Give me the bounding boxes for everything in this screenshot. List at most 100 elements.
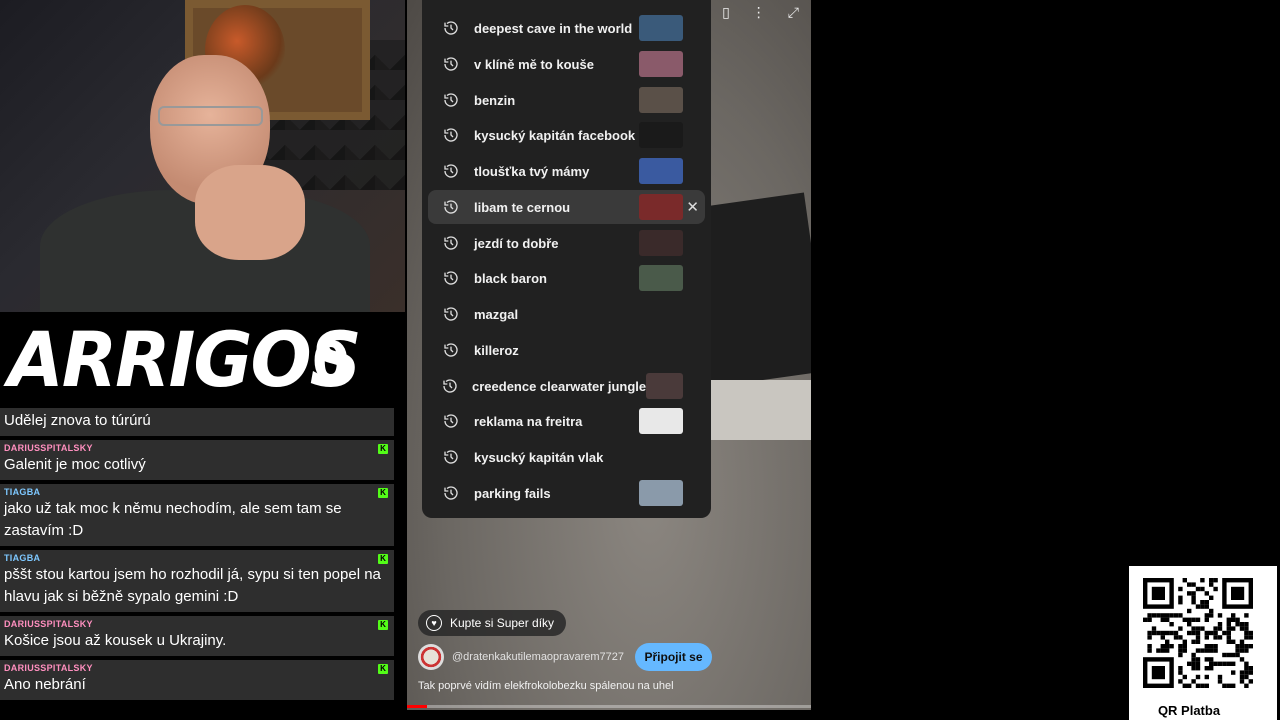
suggestion-thumbnail <box>639 122 683 148</box>
suggestion-label: killeroz <box>474 342 519 358</box>
video-progress-bar[interactable] <box>407 705 811 708</box>
video-progress-fill <box>407 705 428 708</box>
history-icon <box>442 55 460 73</box>
chat-text: Galenit je moc cotlivý <box>4 456 146 473</box>
join-button[interactable]: Připojit se <box>635 643 712 671</box>
suggestion-label: mazgal <box>474 306 519 322</box>
history-icon <box>442 91 460 109</box>
suggestion-thumbnail <box>639 158 683 184</box>
channel-logo: ARRIGOS <box>8 315 362 405</box>
channel-avatar[interactable] <box>418 644 444 670</box>
search-suggestion[interactable]: v klíně mě to kouše <box>428 47 705 81</box>
webcam-feed <box>0 0 405 312</box>
search-suggestion[interactable]: parking fails <box>428 476 705 510</box>
history-icon <box>442 234 460 252</box>
playlist-icon[interactable]: ▯ <box>722 4 730 21</box>
super-thanks-icon: ♥ <box>426 615 442 631</box>
super-thanks-button[interactable]: ♥ Kupte si Super díky <box>418 610 567 636</box>
video-caption: Tak poprvé vidím elekfrokolobezku spálen… <box>418 680 674 692</box>
suggestion-thumbnail <box>639 230 683 256</box>
qr-payment-box: QR Platba <box>1129 566 1277 720</box>
chat-text: Košice jsou až kousek u Ukrajiny. <box>4 632 227 649</box>
qr-code <box>1143 578 1253 688</box>
history-icon <box>442 126 460 144</box>
search-suggestion[interactable]: deepest cave in the world <box>428 11 705 45</box>
search-suggestion[interactable]: reklama na freitra <box>428 404 705 438</box>
kick-badge-icon: K <box>378 554 388 564</box>
chat-message: DARIUSSPITALSKY Košice jsou až kousek u U… <box>0 616 394 656</box>
chat-message: Udělej znova to túrúrú <box>0 408 394 436</box>
history-icon <box>442 377 458 395</box>
channel-info[interactable]: @dratenkakutilemaopravarem7727 <box>418 644 624 670</box>
search-suggestion[interactable]: kysucký kapitán vlak <box>428 440 705 474</box>
history-icon <box>442 412 460 430</box>
suggestion-thumbnail <box>639 265 683 291</box>
chat-panel: Udělej znova to túrúrú DARIUSSPITALSKY Gal… <box>0 408 394 704</box>
chat-username: TIAGBA <box>4 553 41 563</box>
search-suggestion[interactable]: mazgal <box>428 297 705 331</box>
suggestion-label: benzin <box>474 92 516 108</box>
search-suggestion[interactable]: libam te cernou ✕ <box>428 190 705 224</box>
kick-badge-icon: K <box>378 664 388 674</box>
suggestion-label: reklama na freitra <box>474 413 583 429</box>
streamer-glasses <box>158 106 263 126</box>
suggestion-label: tloušťka tvý mámy <box>474 163 590 179</box>
fullscreen-icon[interactable]: ⤢ <box>788 4 799 21</box>
concrete-curb <box>707 380 811 440</box>
suggestion-thumbnail <box>639 51 683 77</box>
chat-message: TIAGBA pššt stou kartou jsem ho rozhodil … <box>0 550 394 612</box>
player-top-controls: ▯ ⋮ ⤢ <box>722 4 799 21</box>
qr-label: QR Platba <box>1157 703 1221 718</box>
suggestion-label: deepest cave in the world <box>474 20 633 36</box>
chat-username: DARIUSSPITALSKY <box>4 663 93 673</box>
search-suggestion[interactable]: benzin <box>428 83 705 117</box>
more-options-icon[interactable]: ⋮ <box>752 4 766 21</box>
history-icon <box>442 269 460 287</box>
search-suggestion[interactable]: tloušťka tvý mámy <box>428 154 705 188</box>
suggestion-label: libam te cernou <box>474 199 571 215</box>
chat-username: TIAGBA <box>4 487 41 497</box>
history-icon <box>442 341 460 359</box>
suggestion-label: creedence clearwater jungle <box>472 378 647 394</box>
chat-text: Ano nebrání <box>4 676 86 693</box>
score-counter: 0 <box>312 330 350 393</box>
chat-username: DARIUSSPITALSKY <box>4 443 93 453</box>
chat-text: pššt stou kartou jsem ho rozhodil já, sy… <box>4 566 381 605</box>
channel-handle[interactable]: @dratenkakutilemaopravarem7727 <box>452 651 624 663</box>
suggestion-thumbnail <box>639 15 683 41</box>
suggestion-label: black baron <box>474 270 547 286</box>
search-suggestion[interactable]: kysucký kapitán facebook <box>428 118 705 152</box>
chat-text: jako už tak moc k němu nechodím, ale sem… <box>4 500 342 539</box>
suggestion-thumbnail <box>639 87 683 113</box>
history-icon <box>442 198 460 216</box>
suggestion-thumbnail <box>639 194 683 220</box>
kick-badge-icon: K <box>378 444 388 454</box>
suggestion-label: v klíně mě to kouše <box>474 56 594 72</box>
chat-message: DARIUSSPITALSKY Galenit je moc cotlivý K <box>0 440 394 480</box>
suggestion-thumbnail <box>646 373 683 399</box>
suggestion-label: parking fails <box>474 485 551 501</box>
history-icon <box>442 448 460 466</box>
chat-text: Udělej znova to túrúrú <box>4 412 151 429</box>
suggestion-thumbnail <box>639 480 683 506</box>
chat-message: TIAGBA jako už tak moc k němu nechodím, a… <box>0 484 394 546</box>
suggestion-label: jezdí to dobře <box>474 235 559 251</box>
chat-username: DARIUSSPITALSKY <box>4 619 93 629</box>
history-icon <box>442 162 460 180</box>
search-suggestion[interactable]: jezdí to dobře <box>428 226 705 260</box>
kick-badge-icon: K <box>378 620 388 630</box>
history-icon <box>442 484 460 502</box>
kick-badge-icon: K <box>378 488 388 498</box>
history-icon <box>442 19 460 37</box>
search-suggestion[interactable]: black baron <box>428 261 705 295</box>
search-suggestion[interactable]: killeroz <box>428 333 705 367</box>
suggestion-thumbnail <box>639 408 683 434</box>
history-icon <box>442 305 460 323</box>
remove-suggestion-icon[interactable]: ✕ <box>686 198 699 216</box>
suggestion-label: kysucký kapitán facebook <box>474 127 636 143</box>
search-suggestions-dropdown: deepest cave in the world v klíně mě to k… <box>422 0 711 518</box>
suggestion-label: kysucký kapitán vlak <box>474 449 604 465</box>
streamer-hand <box>195 165 305 260</box>
search-suggestion[interactable]: creedence clearwater jungle <box>428 369 705 403</box>
chat-message: DARIUSSPITALSKY Ano nebrání K <box>0 660 394 700</box>
